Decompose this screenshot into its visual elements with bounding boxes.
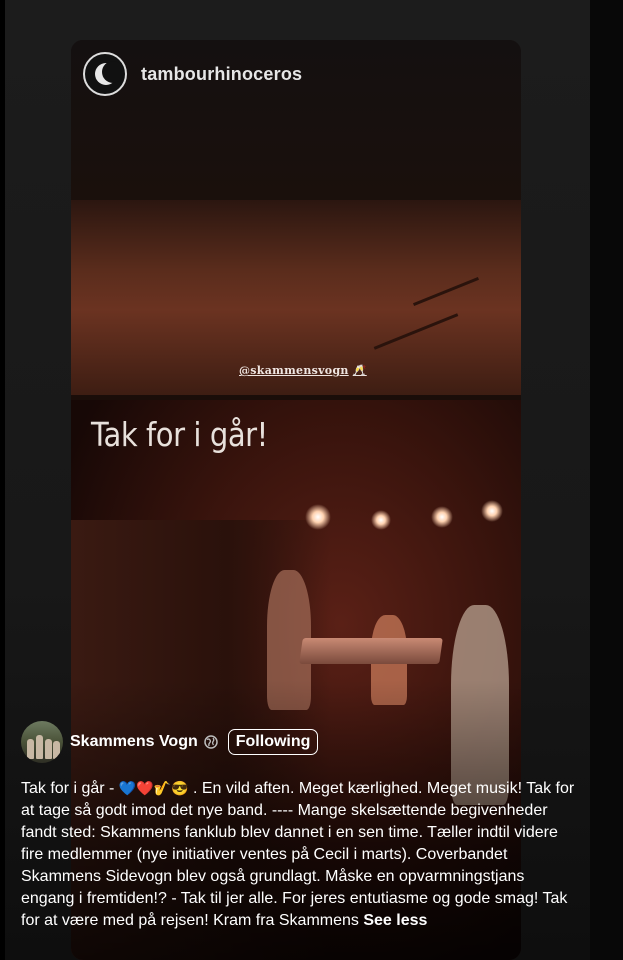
author-row: Skammens Vogn Following bbox=[21, 720, 581, 764]
see-less-button[interactable]: See less bbox=[363, 912, 427, 929]
post-footer: Skammens Vogn Following Tak for i går - … bbox=[21, 720, 581, 932]
stage-light bbox=[481, 500, 503, 522]
caption-lead: Tak for i går - bbox=[21, 780, 119, 797]
avatar-person bbox=[45, 739, 52, 759]
avatar-person bbox=[27, 739, 34, 759]
story-header: tambourhinoceros bbox=[83, 52, 302, 96]
author-name[interactable]: Skammens Vogn bbox=[70, 733, 198, 751]
story-overlay-text: Tak for i går! bbox=[91, 415, 268, 454]
right-gutter bbox=[590, 0, 623, 960]
author-avatar[interactable] bbox=[21, 721, 63, 763]
story-avatar[interactable] bbox=[83, 52, 127, 96]
stage-light bbox=[431, 506, 453, 528]
caption-emojis: 💙❤️🎷😎 bbox=[118, 780, 189, 796]
moon-logo-cutout bbox=[102, 61, 124, 83]
stage-light bbox=[371, 510, 391, 530]
stage-light bbox=[305, 504, 331, 530]
mention-text: @skammensvogn bbox=[239, 364, 349, 377]
following-button[interactable]: Following bbox=[227, 729, 319, 755]
caption-body: . En vild aften. Meget kærlighed. Meget … bbox=[21, 780, 575, 929]
post-caption: Tak for i går - 💙❤️🎷😎 . En vild aften. M… bbox=[21, 777, 581, 932]
mention-sticker[interactable]: @skammensvogn 🥂 bbox=[239, 364, 367, 377]
globe-icon bbox=[204, 735, 218, 749]
champagne-emoji: 🥂 bbox=[352, 364, 367, 377]
avatar-person bbox=[53, 741, 60, 759]
avatar-person bbox=[36, 735, 43, 759]
keyboard-instrument bbox=[299, 638, 443, 664]
story-username[interactable]: tambourhinoceros bbox=[141, 64, 302, 85]
